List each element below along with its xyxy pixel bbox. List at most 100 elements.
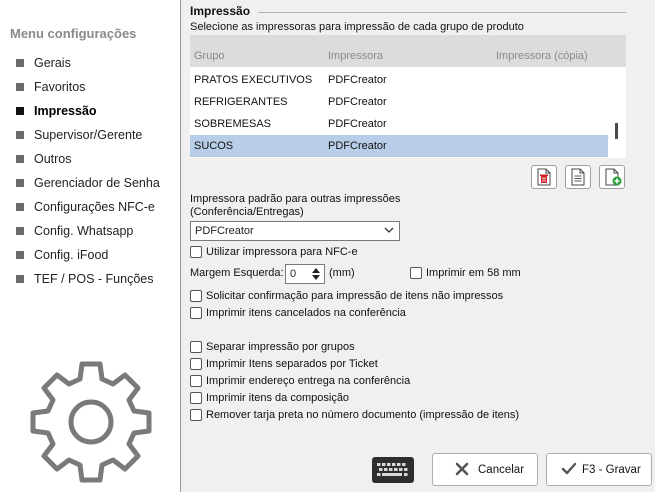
margin-label: Margem Esquerda: (190, 267, 284, 279)
sidebar-item-gerenciador-senha[interactable]: Gerenciador de Senha (0, 171, 181, 195)
bullet-icon (16, 107, 24, 115)
cell-printer: PDFCreator (328, 140, 387, 152)
sidebar-item-label: Configurações NFC-e (34, 200, 155, 214)
keyboard-button[interactable] (372, 457, 414, 483)
column-header-group[interactable]: Grupo (194, 50, 225, 62)
print-address-checkbox[interactable]: Imprimir endereço entrega na conferência (190, 374, 410, 388)
cancel-label: Cancelar (478, 464, 525, 476)
margin-value: 0 (290, 268, 297, 280)
checkbox-label: Remover tarja preta no número documento … (206, 409, 520, 421)
section-title: Impressão (190, 4, 251, 18)
use-nfce-printer-checkbox[interactable]: Utilizar impressora para NFC-e (190, 245, 358, 259)
document-icon (571, 168, 585, 186)
sidebar-item-supervisor[interactable]: Supervisor/Gerente (0, 123, 181, 147)
sidebar-title: Menu configurações (10, 26, 137, 41)
sidebar-item-whatsapp[interactable]: Config. Whatsapp (0, 219, 181, 243)
cell-printer: PDFCreator (328, 96, 387, 108)
save-button[interactable]: F3 - Gravar (546, 453, 652, 486)
table-row[interactable]: SUCOS PDFCreator (190, 135, 608, 157)
sidebar-item-ifood[interactable]: Config. iFood (0, 243, 181, 267)
sidebar-item-label: Impressão (34, 104, 97, 118)
column-header-printer-copy[interactable]: Impressora (cópia) (496, 50, 588, 62)
add-row-button[interactable] (599, 165, 625, 189)
cell-group: REFRIGERANTES (194, 96, 288, 108)
default-printer-label: Impressora padrão para outras impressões (190, 193, 401, 205)
checkbox-label: Separar impressão por grupos (206, 341, 355, 353)
cell-printer: PDFCreator (328, 74, 387, 86)
sidebar-item-label: Gerenciador de Senha (34, 176, 160, 190)
bullet-icon (16, 59, 24, 67)
column-header-printer[interactable]: Impressora (328, 50, 383, 62)
remove-black-bar-checkbox[interactable]: Remover tarja preta no número documento … (190, 408, 519, 422)
table-row[interactable]: REFRIGERANTES PDFCreator (190, 91, 608, 113)
default-printer-select[interactable]: PDFCreator (190, 221, 400, 241)
sidebar-item-outros[interactable]: Outros (0, 147, 181, 171)
print-58mm-checkbox[interactable]: Imprimir em 58 mm (410, 266, 521, 280)
delete-document-icon (537, 168, 551, 186)
table-scrollbar[interactable] (610, 67, 626, 158)
checkbox-box[interactable] (190, 375, 202, 387)
sidebar-menu: Gerais Favoritos Impressão Supervisor/Ge… (0, 51, 181, 291)
margin-stepper[interactable]: 0 (285, 264, 325, 284)
sidebar-item-label: TEF / POS - Funções (34, 272, 154, 286)
sidebar-item-nfce[interactable]: Configurações NFC-e (0, 195, 181, 219)
print-cancelled-checkbox[interactable]: Imprimir itens cancelados na conferência (190, 306, 406, 320)
checkbox-box[interactable] (190, 290, 202, 302)
print-composition-checkbox[interactable]: Imprimir itens da composição (190, 391, 349, 405)
cancel-button[interactable]: Cancelar (432, 453, 538, 486)
section-divider (258, 12, 626, 13)
close-icon (455, 462, 469, 476)
table-header: Grupo Impressora Impressora (cópia) (190, 35, 626, 67)
checkbox-box[interactable] (410, 267, 422, 279)
bullet-icon (16, 131, 24, 139)
bullet-icon (16, 203, 24, 211)
checkbox-label: Imprimir itens cancelados na conferência (206, 307, 406, 319)
bullet-icon (16, 227, 24, 235)
gear-icon (30, 361, 152, 483)
default-printer-value: PDFCreator (195, 225, 254, 237)
scrollbar-thumb[interactable] (615, 123, 618, 139)
margin-unit: (mm) (329, 267, 355, 279)
sidebar-item-tef-pos[interactable]: TEF / POS - Funções (0, 267, 181, 291)
add-document-icon (605, 168, 622, 186)
checkbox-box[interactable] (190, 341, 202, 353)
checkbox-box[interactable] (190, 409, 202, 421)
stepper-arrows-icon[interactable] (310, 266, 322, 282)
checkbox-label: Imprimir endereço entrega na conferência (206, 375, 411, 387)
confirm-unprinted-checkbox[interactable]: Solicitar confirmação para impressão de … (190, 289, 503, 303)
checkbox-box[interactable] (190, 246, 202, 258)
sidebar-item-gerais[interactable]: Gerais (0, 51, 181, 75)
sidebar-item-label: Config. iFood (34, 248, 109, 262)
cell-group: SUCOS (194, 140, 234, 152)
checkbox-label: Imprimir em 58 mm (426, 267, 521, 279)
table-row[interactable]: SOBREMESAS PDFCreator (190, 113, 608, 135)
checkbox-box[interactable] (190, 358, 202, 370)
checkbox-label: Imprimir Itens separados por Ticket (206, 358, 378, 370)
bullet-icon (16, 179, 24, 187)
edit-row-button[interactable] (565, 165, 591, 189)
sidebar-item-impressao[interactable]: Impressão (0, 99, 181, 123)
cell-group: SOBREMESAS (194, 118, 272, 130)
main-panel: Impressão Selecione as impressoras para … (182, 0, 655, 492)
checkbox-box[interactable] (190, 307, 202, 319)
bullet-icon (16, 83, 24, 91)
sidebar-item-favoritos[interactable]: Favoritos (0, 75, 181, 99)
cell-group: PRATOS EXECUTIVOS (194, 74, 313, 86)
separate-groups-checkbox[interactable]: Separar impressão por grupos (190, 340, 355, 354)
sidebar-item-label: Supervisor/Gerente (34, 128, 143, 142)
checkbox-label: Utilizar impressora para NFC-e (206, 246, 358, 258)
sidebar-item-label: Config. Whatsapp (34, 224, 134, 238)
bullet-icon (16, 155, 24, 163)
checkbox-box[interactable] (190, 392, 202, 404)
delete-row-button[interactable] (531, 165, 557, 189)
sidebar-item-label: Favoritos (34, 80, 86, 94)
bullet-icon (16, 251, 24, 259)
printer-group-table: Grupo Impressora Impressora (cópia) PRAT… (190, 35, 626, 158)
cell-printer: PDFCreator (328, 118, 387, 130)
sidebar-item-label: Gerais (34, 56, 71, 70)
chevron-down-icon (384, 227, 394, 233)
table-row[interactable]: PRATOS EXECUTIVOS PDFCreator (190, 69, 608, 91)
checkbox-label: Imprimir itens da composição (206, 392, 350, 404)
save-label: F3 - Gravar (582, 464, 641, 476)
separate-ticket-checkbox[interactable]: Imprimir Itens separados por Ticket (190, 357, 378, 371)
